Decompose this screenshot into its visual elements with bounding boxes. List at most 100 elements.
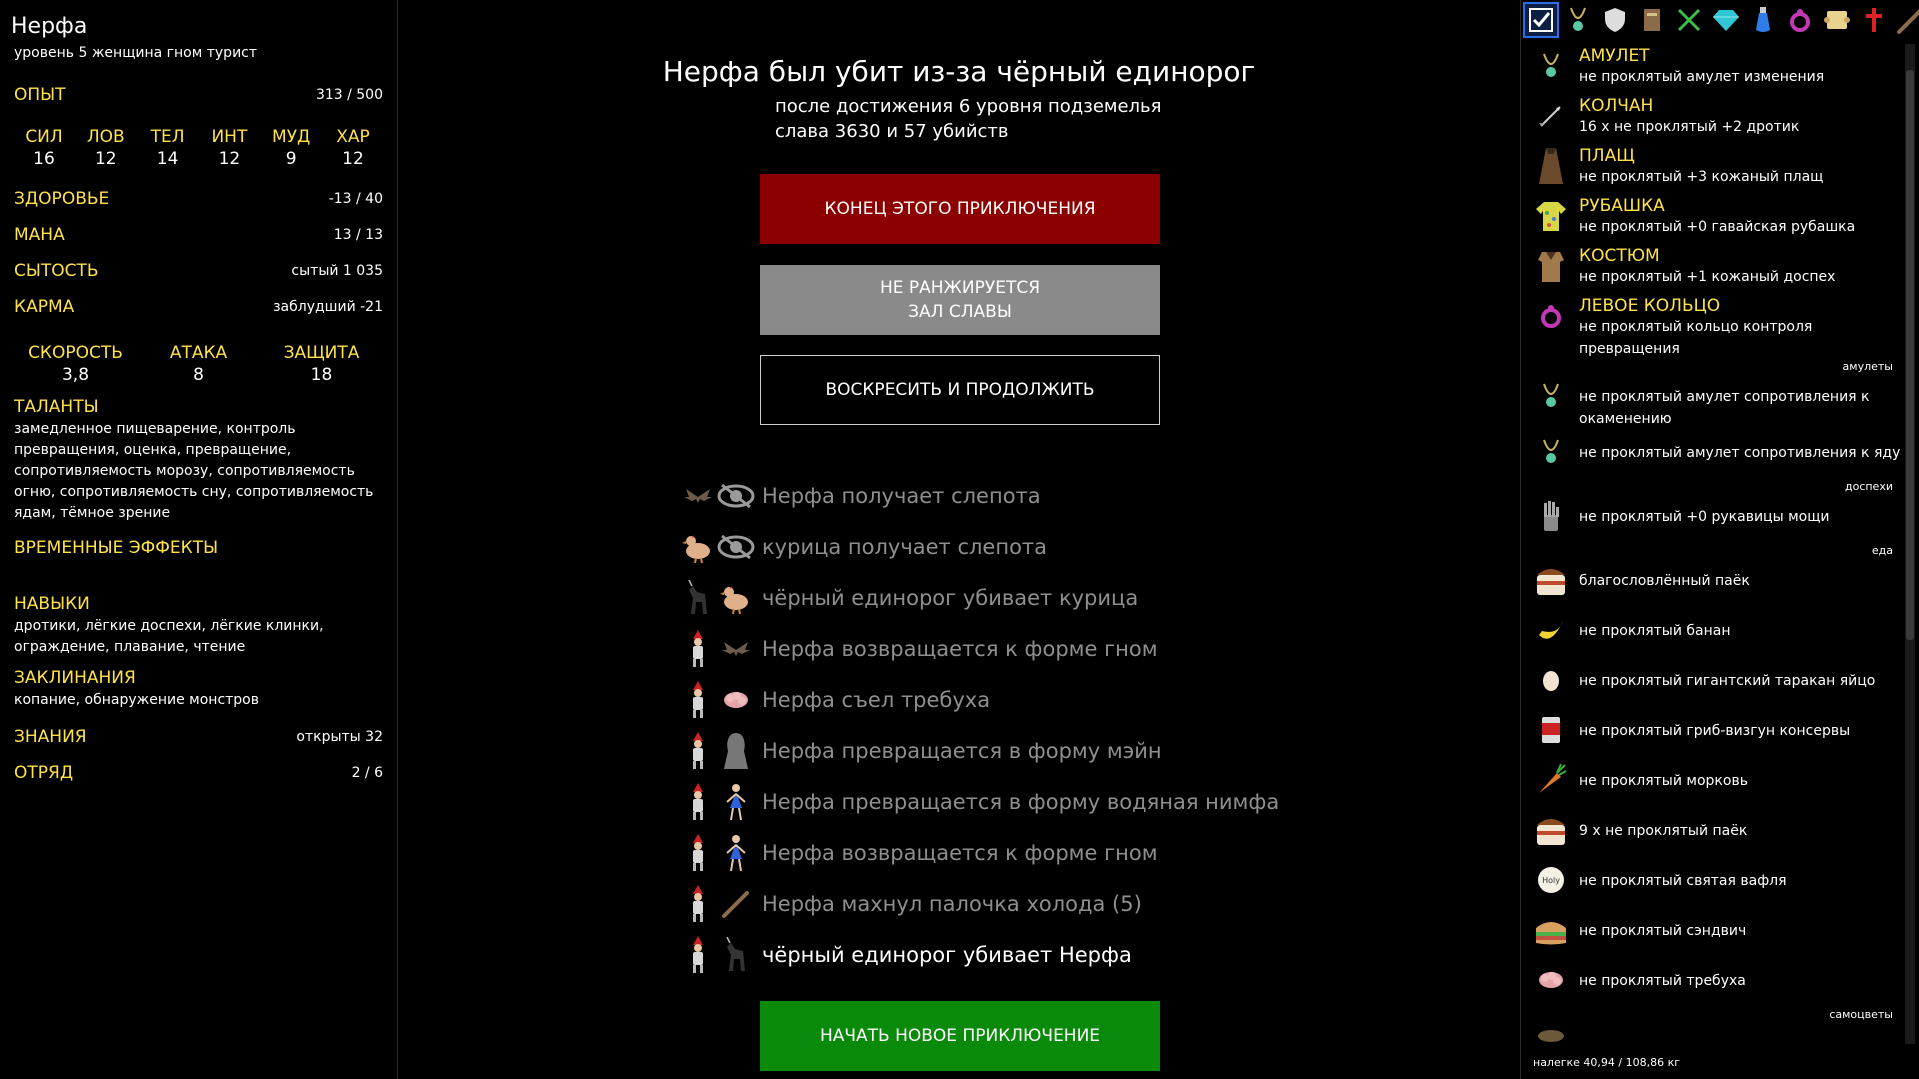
stat-label: АТАКА bbox=[169, 343, 228, 363]
talents-label: ТАЛАНТЫ bbox=[14, 397, 99, 417]
item-description: не проклятый амулет сопротивления к яду bbox=[1579, 445, 1901, 461]
inventory-tab[interactable] bbox=[1673, 4, 1705, 36]
inventory-category: еда bbox=[1871, 544, 1893, 557]
stat-label: СКОРОСТЬ bbox=[28, 343, 123, 363]
attr-value: 14 bbox=[156, 149, 179, 169]
inventory-tab[interactable] bbox=[1858, 4, 1890, 36]
new-adventure-label: НАЧАТЬ НОВОЕ ПРИКЛЮЧЕНИЕ bbox=[819, 1026, 1101, 1046]
spells-label: ЗАКЛИНАНИЯ bbox=[14, 668, 136, 688]
inventory-tab[interactable] bbox=[1636, 4, 1668, 36]
experience-value: 313 / 500 bbox=[315, 87, 383, 103]
item-body: не проклятый морковь bbox=[1579, 758, 1748, 792]
item-icon-wrap bbox=[1531, 708, 1571, 752]
resurrect-button[interactable]: ВОСКРЕСИТЬ И ПРОДОЛЖИТЬ bbox=[760, 355, 1160, 425]
scroll-thumb[interactable] bbox=[1906, 70, 1914, 640]
death-summary: после достижения 6 уровня подземелья сла… bbox=[775, 94, 1161, 144]
attr-wis: МУД 9 bbox=[261, 127, 321, 169]
log-text: Нерфа возвращается к форме гном bbox=[762, 840, 1158, 865]
equipped-item[interactable]: АМУЛЕТ не проклятый амулет изменения bbox=[1531, 44, 1901, 94]
inventory-tab[interactable] bbox=[1784, 4, 1816, 36]
log-text: Нерфа возвращается к форме гном bbox=[762, 636, 1158, 661]
log-actor bbox=[680, 627, 716, 671]
inventory-tab[interactable] bbox=[1895, 4, 1919, 36]
end-adventure-button[interactable]: КОНЕЦ ЭТОГО ПРИКЛЮЧЕНИЯ bbox=[760, 174, 1160, 244]
log-target bbox=[718, 627, 754, 671]
item-description: не проклятый банан bbox=[1579, 623, 1731, 639]
inventory-item[interactable]: не проклятый амулет сопротивления к яду bbox=[1531, 430, 1901, 480]
inventory-scrollbar[interactable] bbox=[1905, 44, 1915, 1044]
wafer-icon: Holy bbox=[1536, 865, 1566, 895]
inventory-item[interactable]: 9 х не проклятый паёк bbox=[1531, 808, 1901, 858]
equipped-item[interactable]: КОЛЧАН 16 х не проклятый +2 дротик bbox=[1531, 94, 1901, 144]
crossed-swords-icon bbox=[1676, 7, 1702, 33]
attr-label: ЛОВ bbox=[86, 127, 125, 147]
death-fame: слава 3630 и 57 убийств bbox=[775, 121, 1009, 142]
attr-value: 12 bbox=[218, 149, 241, 169]
inventory-tab[interactable] bbox=[1523, 2, 1559, 38]
inventory-item[interactable]: благословлённый паёк bbox=[1531, 558, 1901, 608]
item-body: не проклятый гигантский таракан яйцо bbox=[1579, 658, 1875, 692]
party-label: ОТРЯД bbox=[14, 763, 74, 783]
inventory-item[interactable]: не проклятый сэндвич bbox=[1531, 908, 1901, 958]
inventory-item[interactable]: не проклятый морковь bbox=[1531, 758, 1901, 808]
inventory-tab[interactable] bbox=[1747, 4, 1779, 36]
log-target bbox=[718, 729, 754, 773]
inventory-tab[interactable] bbox=[1710, 4, 1742, 36]
inventory-item[interactable]: не проклятый банан bbox=[1531, 608, 1901, 658]
attr-label: МУД bbox=[272, 127, 311, 147]
equipped-item[interactable]: ПЛАЩ не проклятый +3 кожаный плащ bbox=[1531, 144, 1901, 194]
amulet-icon bbox=[1565, 6, 1591, 34]
inventory-tab[interactable] bbox=[1562, 4, 1594, 36]
inventory-item[interactable]: Holy не проклятый святая вафля bbox=[1531, 858, 1901, 908]
inventory-item[interactable]: не проклятый гигантский таракан яйцо bbox=[1531, 658, 1901, 708]
spells-text: копание, обнаружение монстров bbox=[14, 692, 259, 708]
effects-label: ВРЕМЕННЫЕ ЭФФЕКТЫ bbox=[14, 538, 219, 558]
inventory-item[interactable]: не проклятый требуха bbox=[1531, 958, 1901, 1008]
inventory-item[interactable]: не проклятый гриб-визгун консервы bbox=[1531, 708, 1901, 758]
gnome-icon bbox=[687, 680, 709, 720]
item-description: не проклятый кольцо контроля превращения bbox=[1579, 319, 1813, 357]
resurrect-label: ВОСКРЕСИТЬ И ПРОДОЛЖИТЬ bbox=[825, 380, 1095, 400]
character-name: Нерфа bbox=[11, 14, 88, 39]
item-description: не проклятый гриб-визгун консервы bbox=[1579, 723, 1851, 739]
attr-label: ИНТ bbox=[211, 127, 248, 147]
log-entry: Нерфа превращается в форму водяная нимфа bbox=[680, 776, 1380, 827]
inventory-item[interactable] bbox=[1531, 1022, 1901, 1042]
shirt-icon bbox=[1534, 199, 1568, 233]
mana-row: МАНА 13 / 13 bbox=[14, 217, 383, 253]
inventory-item[interactable]: не проклятый +0 рукавицы мощи bbox=[1531, 494, 1901, 544]
death-log: Нерфа получает слепота курица получает сл… bbox=[680, 470, 1380, 980]
item-description: не проклятый сэндвич bbox=[1579, 923, 1747, 939]
item-description: 16 х не проклятый +2 дротик bbox=[1579, 119, 1800, 135]
carrot-icon bbox=[1535, 763, 1567, 797]
inventory-tab[interactable] bbox=[1821, 4, 1853, 36]
chicken-icon bbox=[719, 581, 753, 615]
item-description: не проклятый +1 кожаный доспех bbox=[1579, 269, 1836, 285]
tripe-icon bbox=[1536, 967, 1566, 993]
log-text: Нерфа махнул палочка холода (5) bbox=[762, 891, 1142, 916]
ring-icon bbox=[1538, 303, 1564, 329]
knowledge-value: открыты 32 bbox=[296, 729, 383, 745]
log-actor bbox=[680, 831, 716, 875]
item-body: РУБАШКА не проклятый +0 гавайская рубашка bbox=[1579, 194, 1855, 238]
cloak-icon bbox=[1536, 146, 1566, 186]
stat-speed: СКОРОСТЬ 3,8 bbox=[16, 343, 136, 385]
inventory-item[interactable]: не проклятый амулет сопротивления к окам… bbox=[1531, 374, 1901, 430]
new-adventure-button[interactable]: НАЧАТЬ НОВОЕ ПРИКЛЮЧЕНИЕ bbox=[760, 1001, 1160, 1071]
item-body: АМУЛЕТ не проклятый амулет изменения bbox=[1579, 44, 1824, 88]
attr-value: 16 bbox=[33, 149, 55, 169]
inventory-tab[interactable] bbox=[1599, 4, 1631, 36]
log-actor bbox=[680, 525, 716, 569]
hall-of-fame-button[interactable]: НЕ РАНЖИРУЕТСЯ ЗАЛ СЛАВЫ bbox=[760, 265, 1160, 335]
item-icon-wrap bbox=[1531, 374, 1571, 418]
mana-value: 13 / 13 bbox=[333, 227, 383, 243]
equipped-item[interactable]: РУБАШКА не проклятый +0 гавайская рубашка bbox=[1531, 194, 1901, 244]
party-row: ОТРЯД 2 / 6 bbox=[14, 755, 383, 791]
equipped-item[interactable]: ЛЕВОЕ КОЛЬЦО не проклятый кольцо контроля… bbox=[1531, 294, 1901, 360]
item-description: не проклятый +0 рукавицы мощи bbox=[1579, 509, 1830, 525]
tripe-icon bbox=[721, 687, 751, 713]
equipped-item[interactable]: КОСТЮМ не проклятый +1 кожаный доспех bbox=[1531, 244, 1901, 294]
skills-label: НАВЫКИ bbox=[14, 594, 90, 614]
item-description: не проклятый амулет изменения bbox=[1579, 69, 1825, 85]
death-screen: Нерфа был убит из-за чёрный единорог пос… bbox=[398, 0, 1520, 1079]
